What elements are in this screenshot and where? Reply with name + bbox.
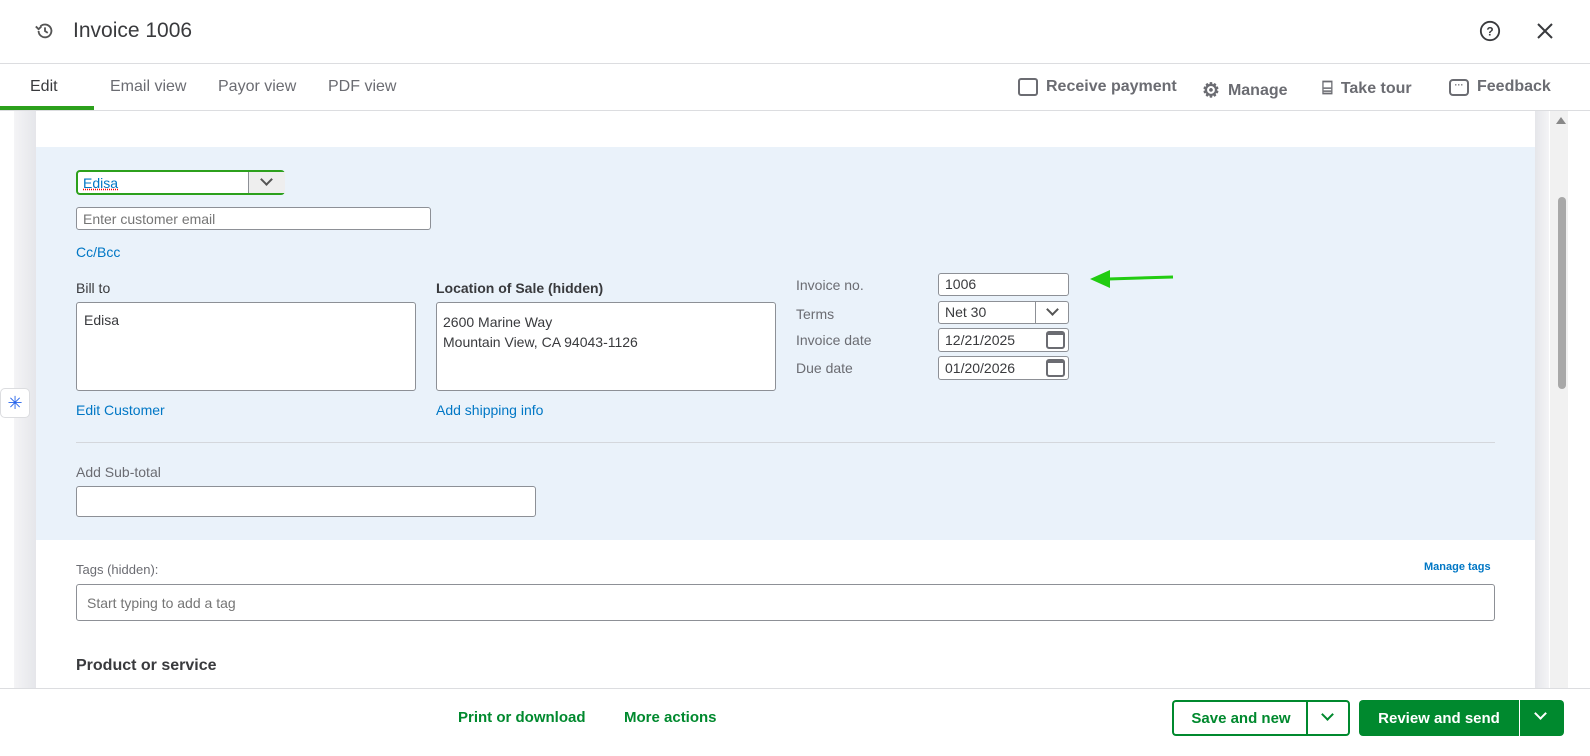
assistant-icon[interactable]: ✳ <box>0 388 30 418</box>
scrollbar-thumb[interactable] <box>1558 197 1566 389</box>
invoice-date-label: Invoice date <box>796 332 872 348</box>
customer-select[interactable]: Edisa <box>76 170 285 195</box>
location-line2: Mountain View, CA 94043-1126 <box>443 334 638 350</box>
invoice-date-value: 12/21/2025 <box>945 332 1016 348</box>
take-tour-button[interactable]: ⌸ Take tour <box>1322 78 1412 99</box>
invoice-no-label: Invoice no. <box>796 277 864 293</box>
location-line1: 2600 Marine Way <box>443 314 553 330</box>
chevron-down-icon[interactable] <box>248 172 285 193</box>
tab-payor-view[interactable]: Payor view <box>218 78 296 96</box>
chevron-down-icon[interactable] <box>1035 302 1068 323</box>
review-and-send-dropdown[interactable] <box>1520 700 1564 736</box>
receive-payment-button[interactable]: Receive payment <box>1018 78 1177 96</box>
header: Invoice 1006 ? <box>0 0 1590 64</box>
right-gutter <box>1535 111 1549 688</box>
edit-customer-link[interactable]: Edit Customer <box>76 402 165 418</box>
calendar-icon[interactable] <box>1046 359 1065 377</box>
chevron-down-icon <box>1321 708 1334 721</box>
subtotal-input[interactable] <box>76 486 536 517</box>
terms-select[interactable]: Net 30 <box>938 301 1069 324</box>
subtotal-label: Add Sub-total <box>76 464 161 480</box>
footer-bar: Print or download More actions Save and … <box>0 688 1590 756</box>
calendar-icon[interactable] <box>1046 331 1065 349</box>
receive-payment-icon <box>1018 78 1038 96</box>
product-service-heading: Product or service <box>76 657 217 674</box>
invoice-no-value: 1006 <box>945 276 977 292</box>
tab-edit[interactable]: Edit <box>30 78 58 96</box>
signpost-icon: ⌸ <box>1322 78 1333 98</box>
cc-bcc-link[interactable]: Cc/Bcc <box>76 244 120 260</box>
invoice-no-input[interactable]: 1006 <box>938 273 1069 296</box>
scroll-up-arrow[interactable] <box>1556 117 1566 124</box>
tab-pdf-view[interactable]: PDF view <box>328 78 396 96</box>
save-and-new-dropdown[interactable] <box>1306 700 1350 736</box>
due-date-input[interactable]: 01/20/2026 <box>938 356 1069 380</box>
add-shipping-link[interactable]: Add shipping info <box>436 402 543 418</box>
invoice-date-input[interactable]: 12/21/2025 <box>938 328 1069 352</box>
tags-input[interactable] <box>76 584 1495 621</box>
bill-to-textarea[interactable]: Edisa <box>76 302 416 391</box>
history-icon[interactable] <box>34 20 56 42</box>
more-actions-link[interactable]: More actions <box>624 709 717 726</box>
gear-icon: ⚙ <box>1202 80 1220 102</box>
review-and-send-button[interactable]: Review and send <box>1359 700 1519 736</box>
svg-text:?: ? <box>1486 25 1493 39</box>
tab-bar: Edit Email view Payor view PDF view Rece… <box>0 65 1590 111</box>
manage-tags-link[interactable]: Manage tags <box>1424 561 1491 573</box>
feedback-button[interactable]: ··· Feedback <box>1449 78 1551 96</box>
print-download-link[interactable]: Print or download <box>458 709 586 726</box>
chevron-down-icon <box>1534 707 1547 720</box>
due-date-value: 01/20/2026 <box>945 360 1016 376</box>
customer-email-input[interactable] <box>76 207 431 230</box>
divider <box>76 442 1495 443</box>
help-icon[interactable]: ? <box>1479 20 1501 42</box>
terms-value: Net 30 <box>945 304 987 320</box>
terms-label: Terms <box>796 306 835 322</box>
active-tab-indicator <box>0 106 94 110</box>
green-arrow-annotation <box>1090 270 1174 288</box>
bill-to-value: Edisa <box>84 312 120 328</box>
save-and-new-button[interactable]: Save and new <box>1172 700 1308 736</box>
bill-to-label: Bill to <box>76 280 111 296</box>
tab-email-view[interactable]: Email view <box>110 78 186 96</box>
chat-icon: ··· <box>1449 78 1469 96</box>
location-label: Location of Sale (hidden) <box>436 280 604 296</box>
page-title: Invoice 1006 <box>73 19 193 42</box>
location-textarea[interactable]: 2600 Marine Way Mountain View, CA 94043-1… <box>436 302 776 391</box>
tags-label: Tags (hidden): <box>76 562 159 577</box>
close-icon[interactable] <box>1536 22 1554 40</box>
due-date-label: Due date <box>796 360 853 376</box>
manage-button[interactable]: ⚙ Manage <box>1202 78 1288 103</box>
customer-value: Edisa <box>83 175 119 191</box>
